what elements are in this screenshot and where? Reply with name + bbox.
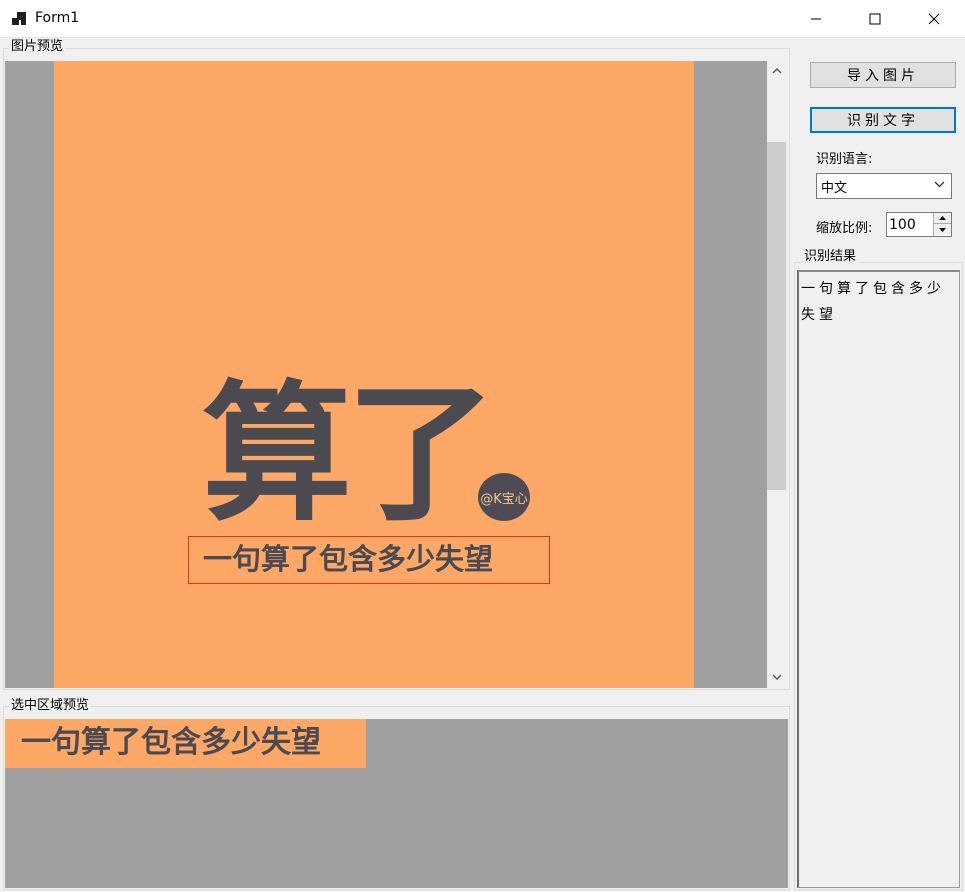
watermark-bubble: @K宝心 (478, 473, 530, 521)
close-icon (928, 13, 940, 25)
vertical-scrollbar[interactable] (767, 61, 788, 688)
minimize-icon (811, 18, 821, 20)
chevron-down-icon (771, 674, 782, 680)
zoom-increase-button[interactable] (934, 213, 951, 224)
chevron-down-icon (934, 181, 945, 188)
image-canvas: 算了 @K宝心 一句算了包含多少失望 (54, 61, 694, 688)
zoom-stepper-buttons (933, 213, 951, 236)
zoom-stepper[interactable]: 100 (886, 212, 952, 237)
triangle-down-icon (939, 227, 946, 232)
selection-preview-label: 选中区域预览 (9, 698, 92, 713)
zoom-decrease-button[interactable] (934, 224, 951, 235)
scroll-thumb[interactable] (767, 142, 786, 490)
chevron-up-icon (771, 68, 782, 74)
result-textbox[interactable]: 一句算了包含多少失望 (797, 270, 960, 888)
windows-form-icon (12, 12, 26, 25)
watermark-text: @K宝心 (480, 491, 528, 507)
language-select[interactable]: 中文 (816, 173, 952, 199)
recognize-text-button[interactable]: 识别文字 (810, 107, 956, 133)
image-preview-panel[interactable]: 算了 @K宝心 一句算了包含多少失望 (5, 61, 767, 688)
minimize-button[interactable] (787, 0, 845, 38)
selection-crop: 一句算了包含多少失望 (5, 719, 366, 768)
language-label: 识别语言: (816, 152, 873, 167)
selection-preview-text: 一句算了包含多少失望 (21, 725, 321, 760)
title-bar: Form1 (0, 0, 965, 38)
image-big-text: 算了 (202, 366, 496, 542)
scroll-up-button[interactable] (767, 61, 786, 81)
image-preview-label: 图片预览 (9, 39, 66, 54)
result-label: 识别结果 (802, 249, 859, 264)
triangle-up-icon (939, 216, 946, 220)
language-selected: 中文 (821, 180, 848, 196)
maximize-button[interactable] (846, 0, 904, 38)
zoom-value[interactable]: 100 (889, 217, 916, 233)
scroll-down-button[interactable] (767, 667, 786, 687)
maximize-icon (869, 13, 881, 25)
window-title: Form1 (35, 10, 80, 26)
selection-preview-panel: 一句算了包含多少失望 (5, 719, 788, 888)
zoom-label: 缩放比例: (816, 221, 873, 236)
import-image-button[interactable]: 导入图片 (810, 62, 956, 88)
close-button[interactable] (905, 0, 963, 38)
selection-rectangle[interactable] (188, 536, 550, 584)
